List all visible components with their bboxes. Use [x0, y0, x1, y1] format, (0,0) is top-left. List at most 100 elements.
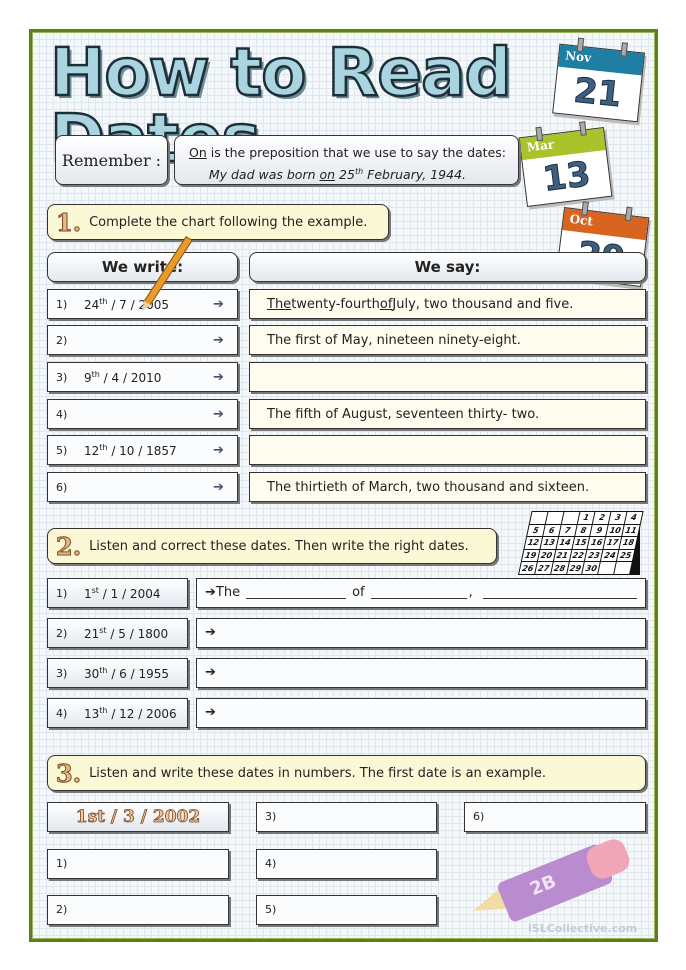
remember-label: Remember :	[55, 135, 168, 185]
calendar-day-cell: 27	[535, 562, 553, 574]
written-date: 12th / 10 / 1857	[84, 442, 177, 458]
given-date: 13th / 12 / 2006	[84, 705, 177, 721]
we-say-cell: The fifth of August, seventeen thirty- t…	[249, 399, 646, 429]
calendar-day-cell	[545, 512, 564, 524]
arrow-icon: ➔	[205, 665, 216, 680]
calendar-day-cell: 4	[625, 512, 643, 524]
answer-box-3[interactable]: 3)	[256, 802, 437, 832]
calendar-day-cell: 1	[577, 512, 595, 524]
we-write-cell[interactable]: 2) ➔	[47, 325, 238, 355]
incorrect-date-cell: 4) 13th / 12 / 2006	[47, 698, 188, 728]
answer-field[interactable]: ➔	[196, 618, 646, 648]
given-date: 30th / 6 / 1955	[84, 665, 170, 681]
calendar-day-cell: 15	[572, 537, 590, 549]
calendar-day-cell: 10	[606, 524, 624, 537]
calendar-icon-nov: Nov 21	[552, 36, 646, 123]
section1-instruction: 1. Complete the chart following the exam…	[47, 204, 389, 240]
written-date: 9th / 4 / 2010	[84, 369, 162, 385]
calendar-day-cell: 3	[609, 512, 627, 524]
row-index: 2)	[56, 333, 68, 347]
row-index: 3)	[56, 666, 68, 680]
answer-box-4[interactable]: 4)	[256, 849, 437, 879]
calendar-day-cell: 23	[585, 549, 603, 562]
calendar-day-cell	[561, 512, 579, 524]
calendar-day-cell: 8	[574, 524, 593, 537]
calendar-day-cell: 30	[582, 562, 600, 574]
header-we-write: We write:	[47, 252, 238, 282]
watermark: iSLCollective.com	[528, 922, 638, 935]
we-write-cell: 5) 12th / 10 / 1857 ➔	[47, 435, 238, 465]
arrow-icon: ➔	[213, 479, 224, 495]
calendar-day-cell: 9	[590, 524, 608, 537]
calendar-day-cell: 7	[558, 524, 577, 537]
calendar-day-cell: 21	[553, 549, 571, 562]
rule-text: is the preposition that we use to say th…	[206, 145, 506, 160]
section-number: 3.	[55, 758, 82, 788]
we-write-cell[interactable]: 6) ➔	[47, 472, 238, 502]
row-index: 6)	[56, 480, 68, 494]
we-say-cell[interactable]	[249, 435, 646, 465]
arrow-icon: ➔	[213, 406, 224, 422]
answer-box-6[interactable]: 6)	[464, 802, 646, 832]
arrow-icon: ➔	[213, 369, 224, 385]
given-date: 21st / 5 / 1800	[84, 625, 169, 641]
we-write-cell: 3) 9th / 4 / 2010 ➔	[47, 362, 238, 392]
given-date: 1st / 1 / 2004	[84, 585, 161, 601]
calendar-day-cell: 17	[603, 537, 622, 549]
answer-box-2[interactable]: 2)	[47, 895, 229, 925]
answer-field[interactable]: ➔ The of ,	[196, 578, 646, 608]
spoken-date: The fifth of August, seventeen thirty- t…	[267, 406, 540, 422]
calendar-day-cell: 24	[601, 549, 619, 562]
answer-box-5[interactable]: 5)	[256, 895, 437, 925]
row-index: 2)	[56, 626, 68, 640]
we-say-cell: The twenty-fourth of July, two thousand …	[249, 289, 646, 319]
calendar-day-cell: 2	[593, 512, 611, 524]
incorrect-date-cell: 3) 30th / 6 / 1955	[47, 658, 188, 688]
section-number: 2.	[55, 531, 82, 561]
section2-instruction: 2. Listen and correct these dates. Then …	[47, 528, 497, 564]
calendar-day-cell: 12	[524, 537, 542, 549]
arrow-icon: ➔	[205, 585, 216, 600]
calendar-day-cell: 20	[537, 549, 556, 562]
calendar-day-cell: 13	[540, 537, 558, 549]
we-say-cell: The thirtieth of March, two thousand and…	[249, 472, 646, 502]
instruction-text: Listen and correct these dates. Then wri…	[89, 538, 469, 554]
we-say-cell: The first of May, nineteen ninety-eight.	[249, 325, 646, 355]
we-say-cell[interactable]	[249, 362, 646, 392]
arrow-icon: ➔	[213, 296, 224, 312]
instruction-text: Complete the chart following the example…	[89, 214, 368, 230]
remember-rule: On is the preposition that we use to say…	[174, 135, 519, 185]
rule-example: My dad was born on 25th February, 1944.	[208, 167, 466, 183]
calendar-day-cell: 28	[550, 562, 569, 574]
we-write-cell[interactable]: 4) ➔	[47, 399, 238, 429]
calendar-day-cell: 29	[566, 562, 585, 574]
row-index: 3)	[56, 370, 68, 384]
incorrect-date-cell: 2) 21st / 5 / 1800	[47, 618, 188, 648]
calendar-day-cell	[598, 562, 616, 574]
spoken-date: The thirtieth of March, two thousand and…	[267, 479, 590, 495]
spoken-date: The first of May, nineteen ninety-eight.	[267, 332, 521, 348]
arrow-icon: ➔	[213, 442, 224, 458]
calendar-day-cell: 26	[519, 562, 537, 574]
row-index: 1)	[56, 586, 68, 600]
calendar-day-cell	[614, 562, 632, 574]
arrow-icon: ➔	[213, 332, 224, 348]
calendar-icon-mar: Mar 13	[518, 119, 613, 207]
calendar-day-cell: 5	[527, 524, 545, 537]
pencil-2b-icon: 2B	[468, 835, 640, 925]
example-date-box: 1st / 3 / 2002	[47, 802, 229, 832]
calendar-day-cell	[529, 512, 548, 524]
calendar-day-cell: 25	[617, 549, 635, 562]
row-index: 4)	[56, 706, 68, 720]
section3-instruction: 3. Listen and write these dates in numbe…	[47, 755, 646, 791]
calendar-day: 21	[571, 70, 624, 116]
calendar-day-cell: 16	[587, 537, 606, 549]
calendar-day: 13	[540, 154, 593, 200]
rule-keyword: On	[189, 145, 207, 160]
section-number: 1.	[55, 207, 82, 237]
row-index: 4)	[56, 407, 68, 421]
calendar-day-cell: 11	[622, 524, 640, 537]
answer-field[interactable]: ➔	[196, 658, 646, 688]
answer-field[interactable]: ➔	[196, 698, 646, 728]
answer-box-1[interactable]: 1)	[47, 849, 229, 879]
